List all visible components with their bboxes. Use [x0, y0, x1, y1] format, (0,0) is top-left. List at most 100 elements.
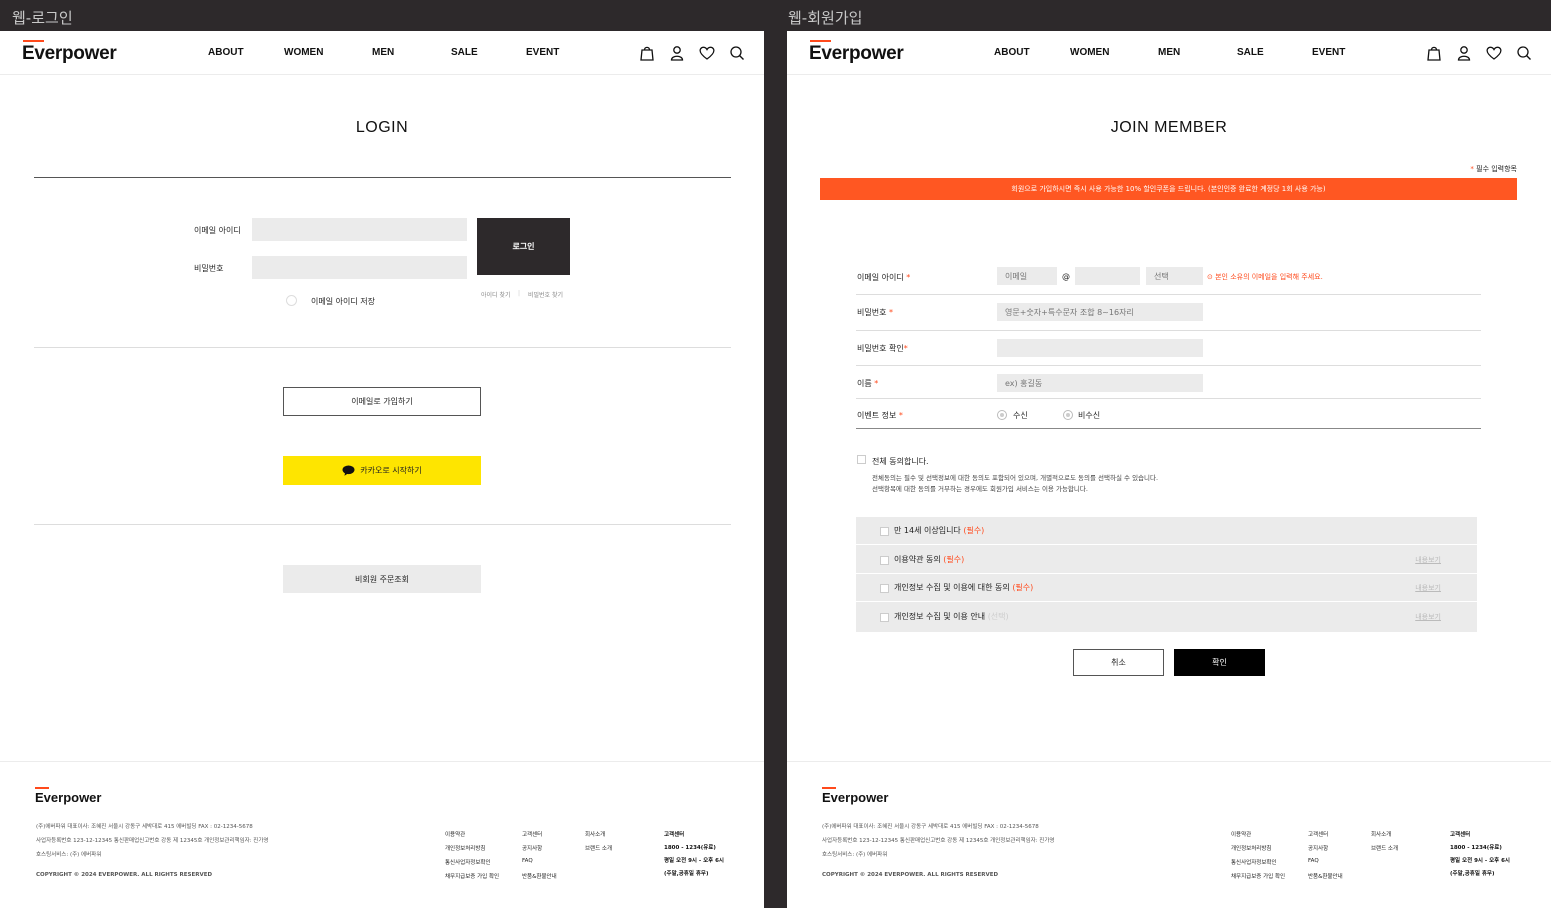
agreement-checkbox[interactable]: [880, 612, 889, 622]
footer-link[interactable]: 브랜드 소개: [1371, 844, 1398, 858]
agreement-age: 만 14세 이상입니다 (필수): [856, 517, 1477, 545]
footer-link[interactable]: 회사소개: [1371, 830, 1398, 844]
nav-sale[interactable]: SALE: [1237, 47, 1264, 58]
footer-link[interactable]: FAQ: [1308, 858, 1343, 872]
nav-about[interactable]: ABOUT: [208, 47, 244, 58]
hosting-info: 호스팅서비스: (주) 에버파워: [822, 852, 888, 858]
event-receive-label: 수신: [1013, 411, 1028, 420]
user-icon[interactable]: [1455, 45, 1473, 61]
footer-link[interactable]: 고객센터: [522, 830, 557, 844]
kakao-chat-icon: [342, 465, 355, 476]
event-label: 이벤트 정보 *: [857, 411, 903, 420]
footer-link[interactable]: 공지사항: [522, 844, 557, 858]
nav-event[interactable]: EVENT: [526, 47, 559, 58]
link-separator: |: [518, 290, 521, 297]
footer-links-2: 고객센터 공지사항 FAQ 반품&환불안내: [522, 830, 557, 886]
footer-link[interactable]: 통신사업자정보확인: [1231, 858, 1285, 872]
password-input[interactable]: [997, 303, 1203, 321]
search-icon[interactable]: [1515, 45, 1533, 61]
customer-center-holiday: (주말,공휴일 휴무): [1450, 871, 1495, 877]
event-refuse-radio[interactable]: [1063, 410, 1073, 420]
footer-links-2: 고객센터 공지사항 FAQ 반품&환불안내: [1308, 830, 1343, 886]
agreement-checkbox[interactable]: [880, 527, 889, 536]
view-content-link[interactable]: 내용보기: [1415, 612, 1441, 622]
heart-icon[interactable]: [1485, 45, 1503, 61]
footer-link[interactable]: 개인정보처리방침: [445, 844, 499, 858]
footer-link[interactable]: 채무지급보증 가입 확인: [445, 872, 499, 886]
footer-link[interactable]: 이용약관: [445, 830, 499, 844]
footer-link[interactable]: 브랜드 소개: [585, 844, 612, 858]
logo[interactable]: Everpower: [22, 40, 117, 65]
footer-link[interactable]: 회사소개: [585, 830, 612, 844]
password-confirm-label: 비밀번호 확인*: [857, 344, 908, 353]
password-input[interactable]: [252, 256, 467, 279]
confirm-button[interactable]: 확인: [1174, 649, 1265, 676]
footer-links-3: 회사소개 브랜드 소개: [1371, 830, 1398, 858]
footer-link[interactable]: 통신사업자정보확인: [445, 858, 499, 872]
footer-logo: Everpower: [822, 787, 888, 805]
guest-order-button[interactable]: 비회원 주문조회: [283, 565, 481, 593]
kakao-start-button[interactable]: 카카오로 시작하기: [283, 456, 481, 485]
cancel-button[interactable]: 취소: [1073, 649, 1164, 676]
customer-center-hours: 평일 오전 9시 - 오후 6시: [1450, 858, 1510, 864]
email-local-input[interactable]: [997, 267, 1057, 285]
coupon-banner: 회원으로 가입하시면 즉시 사용 가능한 10% 할인쿠폰을 드립니다. (본인…: [820, 178, 1517, 200]
footer-link[interactable]: 고객센터: [1308, 830, 1343, 844]
email-label: 이메일 아이디 *: [857, 273, 911, 282]
name-label: 이름 *: [857, 379, 879, 388]
find-password-link[interactable]: 비밀번호 찾기: [528, 290, 563, 299]
nav-women[interactable]: WOMEN: [1070, 47, 1109, 58]
footer-link[interactable]: 반품&환불안내: [522, 872, 557, 886]
password-confirm-input[interactable]: [997, 339, 1203, 357]
password-label: 비밀번호 *: [857, 308, 893, 317]
agree-all-checkbox[interactable]: [857, 455, 866, 464]
agree-all-label: 전체 동의합니다.: [872, 457, 929, 466]
email-domain-select[interactable]: [1146, 267, 1203, 285]
bag-icon[interactable]: [638, 45, 656, 61]
nav-about[interactable]: ABOUT: [994, 47, 1030, 58]
row-divider: [856, 330, 1481, 331]
nav-sale[interactable]: SALE: [451, 47, 478, 58]
login-button[interactable]: 로그인: [477, 218, 570, 275]
site-footer: Everpower (주)에버파워 대표이사: 조혜진 서울시 강동구 세박대로…: [787, 761, 1551, 908]
footer-links-1: 이용약관 개인정보처리방침 통신사업자정보확인 채무지급보증 가입 확인: [1231, 830, 1285, 886]
agreement-terms: 이용약관 동의 (필수) 내용보기: [856, 546, 1477, 574]
email-input[interactable]: [252, 218, 467, 241]
name-input[interactable]: [997, 374, 1203, 392]
footer-link[interactable]: FAQ: [522, 858, 557, 872]
view-content-link[interactable]: 내용보기: [1415, 583, 1441, 593]
agree-desc-2: 선택항목에 대한 동의를 거부하는 경우에도 회원가입 서비스는 이용 가능합니…: [872, 485, 1088, 493]
view-content-link[interactable]: 내용보기: [1415, 555, 1441, 565]
find-id-link[interactable]: 아이디 찾기: [481, 290, 511, 299]
agreement-label: 만 14세 이상입니다 (필수): [894, 526, 985, 535]
agreement-checkbox[interactable]: [880, 555, 889, 565]
login-frame-label: 웹-로그인: [12, 9, 73, 27]
logo[interactable]: Everpower: [809, 40, 904, 65]
email-label: 이메일 아이디: [194, 226, 241, 235]
event-receive-radio[interactable]: [997, 410, 1007, 420]
user-icon[interactable]: [668, 45, 686, 61]
save-email-label: 이메일 아이디 저장: [311, 297, 375, 306]
footer-link[interactable]: 채무지급보증 가입 확인: [1231, 872, 1285, 886]
email-hint: ⊙ 본인 소유의 이메일을 입력해 주세요.: [1207, 273, 1323, 281]
email-signup-button[interactable]: 이메일로 가입하기: [283, 387, 481, 416]
hosting-info: 호스팅서비스: (주) 에버파워: [36, 852, 102, 858]
customer-center: 고객센터 1800 - 1234(유료) 평일 오전 9시 - 오후 6시 (주…: [1450, 830, 1510, 882]
nav-men[interactable]: MEN: [1158, 47, 1180, 58]
footer-link[interactable]: 반품&환불안내: [1308, 872, 1343, 886]
save-email-checkbox[interactable]: [286, 295, 297, 306]
footer-link[interactable]: 이용약관: [1231, 830, 1285, 844]
copyright: COPYRIGHT © 2024 EVERPOWER. ALL RIGHTS R…: [822, 872, 999, 878]
footer-link[interactable]: 개인정보처리방침: [1231, 844, 1285, 858]
agreement-checkbox[interactable]: [880, 584, 889, 593]
email-domain-input[interactable]: [1075, 267, 1140, 285]
nav-women[interactable]: WOMEN: [284, 47, 323, 58]
search-icon[interactable]: [728, 45, 746, 61]
heart-icon[interactable]: [698, 45, 716, 61]
nav-men[interactable]: MEN: [372, 47, 394, 58]
agreement-list: 만 14세 이상입니다 (필수) 이용약관 동의 (필수) 내용보기 개인정보 …: [856, 517, 1477, 632]
nav-event[interactable]: EVENT: [1312, 47, 1345, 58]
footer-link[interactable]: 공지사항: [1308, 844, 1343, 858]
bag-icon[interactable]: [1425, 45, 1443, 61]
divider: [34, 347, 731, 348]
